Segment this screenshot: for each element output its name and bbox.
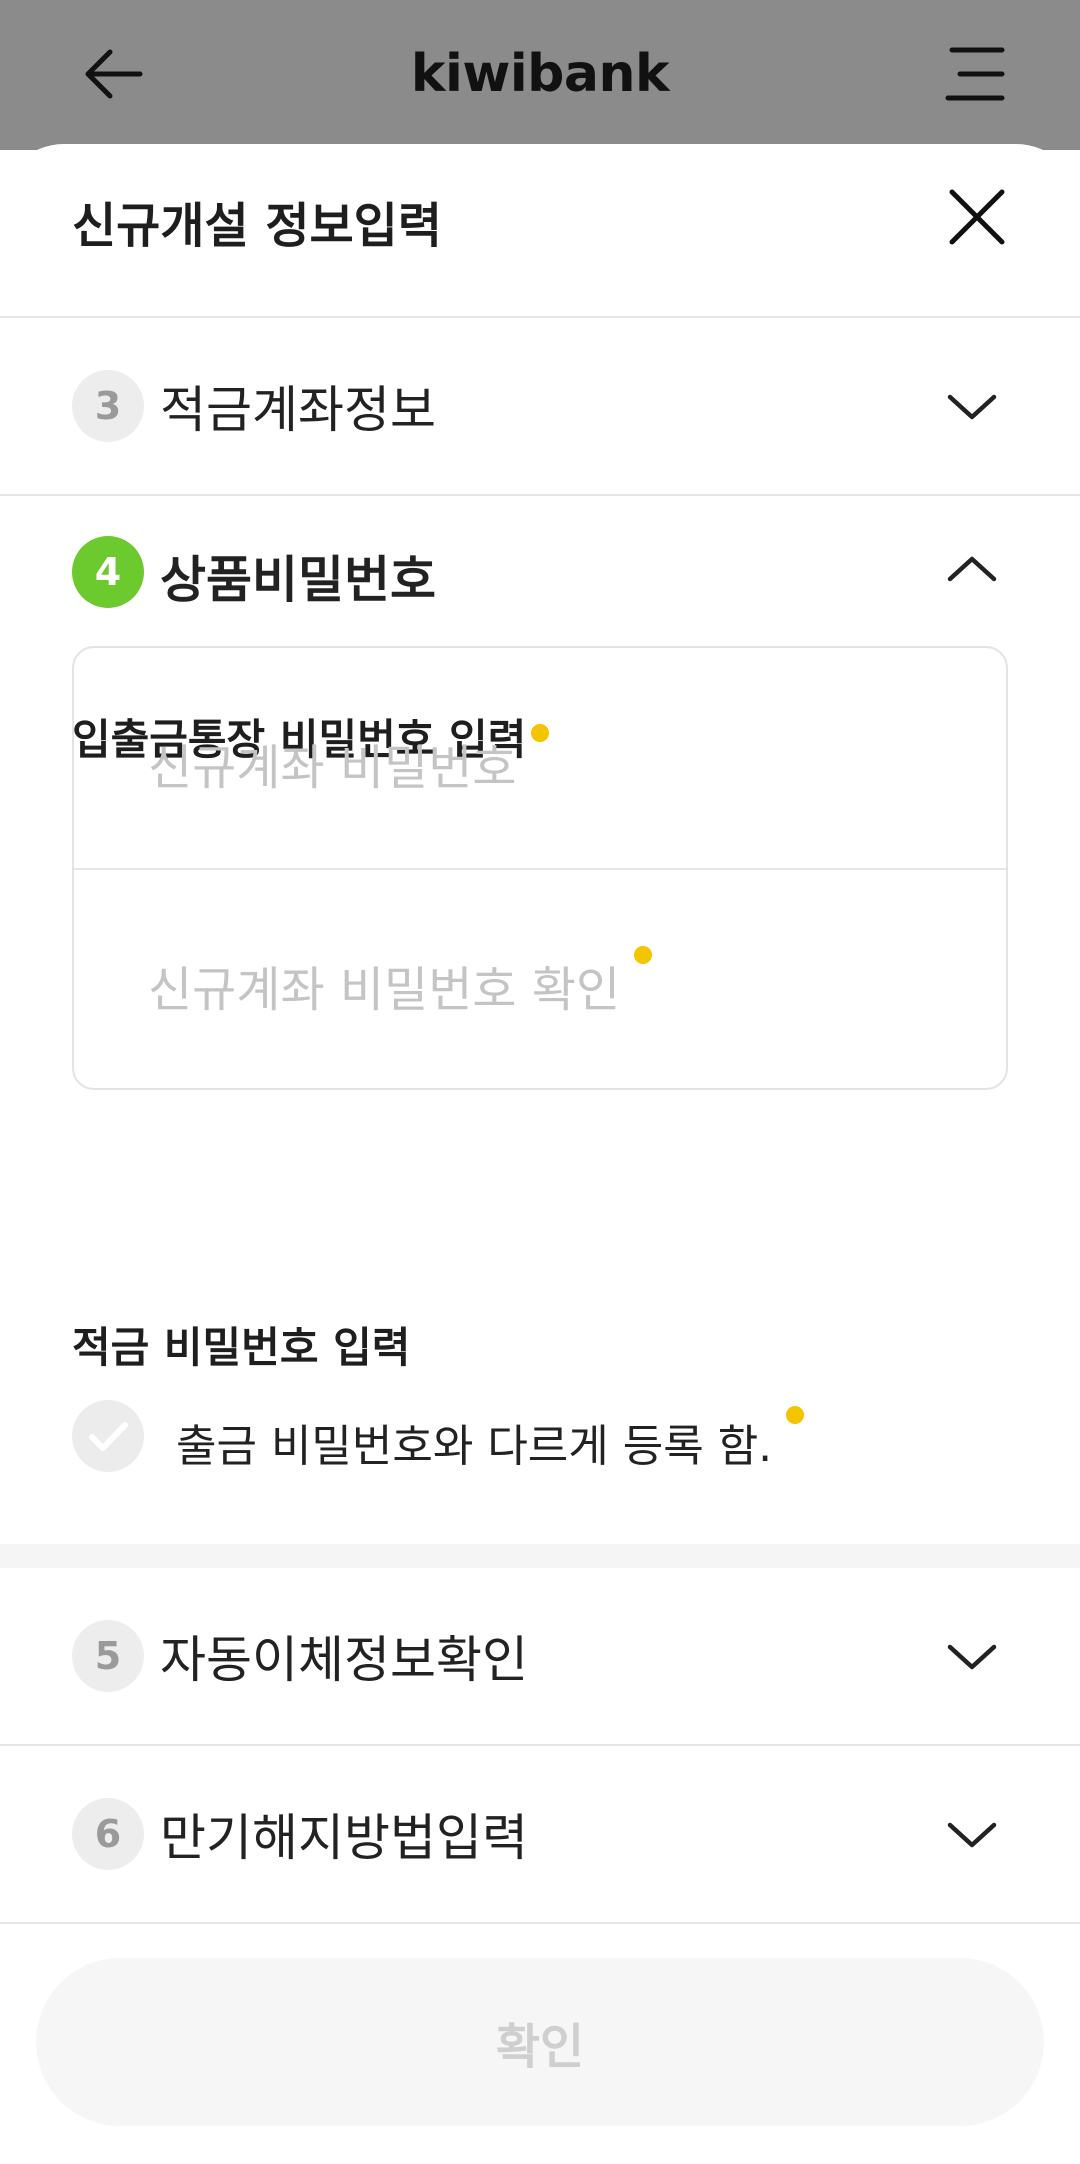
- step-3-header[interactable]: 3 적금계좌정보: [0, 318, 1080, 494]
- chevron-down-icon: [947, 1822, 997, 1848]
- required-dot-icon: [530, 724, 549, 742]
- password-input-group: 신규계좌 비밀번호 신규계좌 비밀번호 확인: [72, 646, 1008, 1090]
- required-dot-icon: [786, 1406, 805, 1424]
- app-title: kiwibank: [410, 44, 670, 104]
- chevron-down-icon: [947, 1644, 997, 1670]
- step-label: 적금계좌정보: [160, 381, 436, 439]
- new-password-placeholder: 신규계좌 비밀번호: [148, 724, 549, 798]
- step-label: 상품비밀번호: [160, 551, 436, 609]
- checkbox-label: 출금 비밀번호와 다르게 등록 함.: [176, 1406, 805, 1474]
- check-icon: [89, 1422, 128, 1451]
- step-number-badge: 4: [72, 536, 144, 608]
- chevron-down-icon: [947, 394, 997, 420]
- savings-password-heading: 적금 비밀번호 입력: [72, 1323, 411, 1372]
- confirm-password-field[interactable]: 신규계좌 비밀번호 확인: [74, 870, 1006, 1090]
- step-label: 자동이체정보확인: [160, 1631, 528, 1689]
- close-icon[interactable]: [944, 184, 1010, 250]
- step-number-badge: 5: [72, 1620, 144, 1692]
- step-number-badge: 3: [72, 370, 144, 442]
- required-dot-icon: [634, 946, 653, 964]
- sheet-title: 신규개설 정보입력: [72, 198, 442, 254]
- step-label: 만기해지방법입력: [160, 1809, 528, 1867]
- checkbox-circle[interactable]: [72, 1400, 144, 1472]
- step-6-header[interactable]: 6 만기해지방법입력: [0, 1746, 1080, 1922]
- step-5-header[interactable]: 5 자동이체정보확인: [0, 1568, 1080, 1744]
- confirm-button[interactable]: 확인: [36, 1958, 1044, 2126]
- chevron-up-icon: [947, 556, 997, 582]
- new-password-field[interactable]: 신규계좌 비밀번호: [74, 648, 1006, 868]
- section-band: [0, 1544, 1080, 1568]
- divider: [0, 1922, 1080, 1924]
- app-header: kiwibank: [0, 0, 1080, 150]
- menu-icon[interactable]: [942, 44, 1012, 104]
- step-number-badge: 6: [72, 1798, 144, 1870]
- different-password-checkbox[interactable]: 출금 비밀번호와 다르게 등록 함.: [72, 1400, 972, 1472]
- confirm-password-placeholder: 신규계좌 비밀번호 확인: [148, 946, 653, 1020]
